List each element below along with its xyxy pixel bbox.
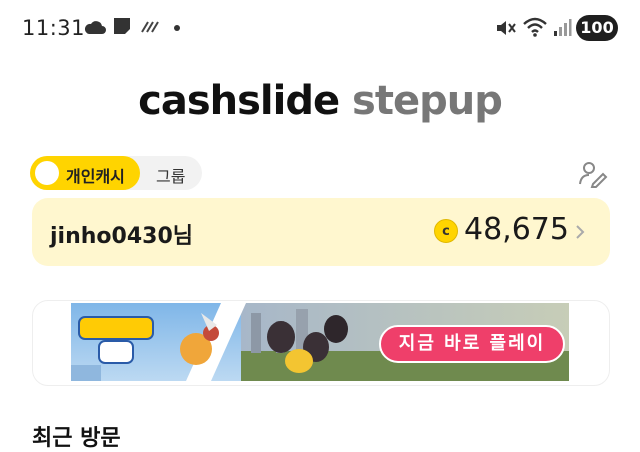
dot-icon bbox=[174, 25, 180, 31]
toggle-personal[interactable]: 개인캐시 bbox=[30, 156, 140, 190]
signal-icon bbox=[554, 19, 572, 36]
app-title-brand: cashslide bbox=[138, 78, 340, 124]
slash-icon bbox=[141, 21, 159, 33]
ad-cta-button[interactable]: 지금 바로 플레이 bbox=[379, 325, 565, 363]
chevron-right-icon[interactable] bbox=[574, 223, 586, 241]
recent-visits-title: 최근 방문 bbox=[32, 426, 121, 451]
app-title: cashslide stepup bbox=[0, 78, 640, 124]
coin-icon: c bbox=[434, 219, 458, 243]
toggle-personal-label: 개인캐시 bbox=[66, 167, 125, 186]
account-card[interactable]: jinho0430님 c 48,675 bbox=[32, 198, 610, 266]
account-name: jinho0430님 bbox=[50, 224, 193, 249]
mute-icon bbox=[497, 21, 516, 35]
battery-indicator: 100 bbox=[576, 15, 618, 41]
cloud-icon bbox=[84, 21, 106, 34]
mode-toggle[interactable]: 개인캐시 그룹 bbox=[30, 156, 202, 190]
status-time: 11:31 bbox=[22, 16, 86, 40]
ad-banner[interactable]: 지금 바로 플레이 bbox=[71, 303, 569, 381]
account-points: 48,675 bbox=[464, 212, 569, 247]
wifi-icon bbox=[523, 17, 547, 37]
ad-card[interactable]: 지금 바로 플레이 bbox=[32, 300, 610, 386]
toggle-knob bbox=[35, 161, 59, 185]
app-title-sub: stepup bbox=[352, 78, 503, 124]
doc-icon bbox=[114, 18, 130, 34]
toggle-group[interactable]: 그룹 bbox=[156, 163, 185, 187]
edit-profile-icon[interactable] bbox=[578, 160, 608, 188]
status-bar: 11:31 100 bbox=[0, 0, 640, 56]
